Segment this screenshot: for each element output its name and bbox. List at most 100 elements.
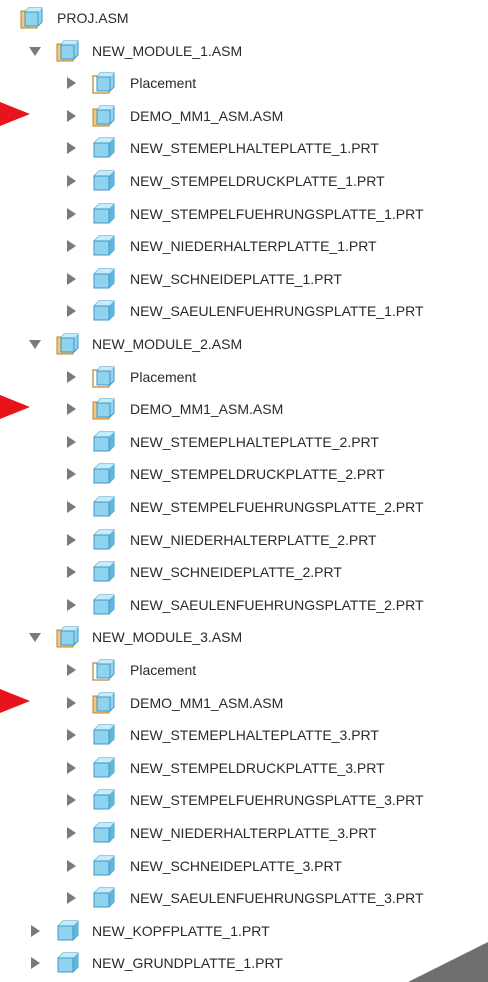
placement-icon	[92, 365, 116, 389]
expand-arrow-icon[interactable]	[64, 533, 78, 547]
tree-node-label: NEW_STEMEPLHALTEPLATTE_2.PRT	[130, 433, 379, 450]
expand-arrow-icon[interactable]	[64, 435, 78, 449]
collapse-arrow-icon[interactable]	[28, 630, 42, 644]
expand-arrow-icon[interactable]	[64, 859, 78, 873]
tree-node-module[interactable]: NEW_MODULE_2.ASM	[0, 328, 488, 360]
part-icon	[56, 919, 80, 943]
part-icon	[92, 202, 116, 226]
part-icon	[92, 462, 116, 486]
expand-arrow-icon[interactable]	[64, 76, 78, 90]
part-icon	[92, 234, 116, 258]
tree-node-child[interactable]: DEMO_MM1_ASM.ASM	[0, 393, 488, 425]
part-icon	[92, 821, 116, 845]
tree-node-label: NEW_MODULE_2.ASM	[92, 336, 243, 352]
expand-arrow-icon[interactable]	[64, 598, 78, 612]
assembly-icon	[20, 6, 44, 30]
tree-node-module[interactable]: NEW_MODULE_1.ASM	[0, 35, 488, 67]
assembly-icon	[92, 397, 116, 421]
expand-arrow-icon[interactable]	[64, 663, 78, 677]
tree-node-label: NEW_STEMEPLHALTEPLATTE_3.PRT	[130, 727, 379, 744]
expand-arrow-icon[interactable]	[64, 467, 78, 481]
tree-node-label: NEW_SCHNEIDEPLATTE_2.PRT	[130, 564, 342, 581]
tree-node-label: PROJ.ASM	[57, 10, 129, 26]
red-marker-arrow-icon	[0, 685, 40, 717]
tree-node-child[interactable]: NEW_SAEULENFUEHRUNGSPLATTE_2.PRT	[0, 589, 488, 621]
part-icon	[92, 430, 116, 454]
tree-node-label: DEMO_MM1_ASM.ASM	[130, 401, 284, 418]
expand-arrow-icon[interactable]	[28, 956, 42, 970]
tree-node-label: NEW_NIEDERHALTERPLATTE_3.PRT	[130, 825, 377, 841]
tree-node-module[interactable]: NEW_MODULE_3.ASM	[0, 621, 488, 653]
tree-node-child[interactable]: Placement	[0, 67, 488, 99]
tree-node-label: NEW_STEMPELFUEHRUNGSPLATTE_2.PRT	[130, 499, 424, 515]
assembly-icon	[56, 625, 80, 649]
tree-node-label: Placement	[130, 368, 197, 385]
tree-node-child[interactable]: DEMO_MM1_ASM.ASM	[0, 100, 488, 132]
tree-node-child[interactable]: NEW_STEMPELFUEHRUNGSPLATTE_3.PRT	[0, 784, 488, 816]
expand-arrow-icon[interactable]	[64, 402, 78, 416]
expand-arrow-icon[interactable]	[64, 141, 78, 155]
tree-node-child[interactable]: NEW_NIEDERHALTERPLATTE_3.PRT	[0, 817, 488, 849]
part-icon	[92, 788, 116, 812]
tree-node-child[interactable]: NEW_STEMPELDRUCKPLATTE_1.PRT	[0, 165, 488, 197]
resize-grip-icon[interactable]	[408, 942, 488, 982]
red-marker-arrow-icon	[0, 98, 40, 130]
part-icon	[92, 528, 116, 552]
assembly-icon	[92, 104, 116, 128]
tree-node-label: NEW_SAEULENFUEHRUNGSPLATTE_1.PRT	[130, 303, 424, 320]
tree-node-label: NEW_NIEDERHALTERPLATTE_1.PRT	[130, 238, 377, 255]
tree-node-child[interactable]: NEW_SCHNEIDEPLATTE_3.PRT	[0, 850, 488, 882]
tree-node-child[interactable]: Placement	[0, 361, 488, 393]
expand-arrow-icon[interactable]	[64, 696, 78, 710]
expand-arrow-icon[interactable]	[64, 109, 78, 123]
tree-node-child[interactable]: NEW_STEMEPLHALTEPLATTE_1.PRT	[0, 132, 488, 164]
tree-node-child[interactable]: Placement	[0, 654, 488, 686]
tree-node-label: NEW_MODULE_3.ASM	[92, 629, 243, 646]
collapse-arrow-icon[interactable]	[28, 44, 42, 58]
collapse-arrow-icon[interactable]	[28, 337, 42, 351]
tree-node-label: NEW_SAEULENFUEHRUNGSPLATTE_3.PRT	[130, 890, 424, 907]
part-icon	[92, 593, 116, 617]
part-icon	[92, 495, 116, 519]
expand-arrow-icon[interactable]	[64, 728, 78, 742]
tree-node-child[interactable]: NEW_STEMPELDRUCKPLATTE_3.PRT	[0, 752, 488, 784]
tree-node-label: NEW_NIEDERHALTERPLATTE_2.PRT	[130, 531, 377, 548]
tree-node-label: NEW_MODULE_1.ASM	[92, 42, 243, 59]
tree-root[interactable]: PROJ.ASM	[0, 2, 488, 34]
tree-node-child[interactable]: DEMO_MM1_ASM.ASM	[0, 687, 488, 719]
tree-node-child[interactable]: NEW_SAEULENFUEHRUNGSPLATTE_1.PRT	[0, 295, 488, 327]
expand-arrow-icon[interactable]	[64, 761, 78, 775]
expand-arrow-icon[interactable]	[64, 370, 78, 384]
expand-arrow-icon[interactable]	[64, 239, 78, 253]
tree-node-child[interactable]: NEW_STEMPELFUEHRUNGSPLATTE_1.PRT	[0, 198, 488, 230]
tree-node-label: Placement	[130, 75, 197, 92]
expand-arrow-icon[interactable]	[64, 500, 78, 514]
tree-node-child[interactable]: NEW_SCHNEIDEPLATTE_2.PRT	[0, 556, 488, 588]
model-tree: PROJ.ASM NEW_MODULE_1.ASM Placement DEMO_MM…	[0, 0, 488, 982]
expand-arrow-icon[interactable]	[64, 793, 78, 807]
tree-node-label: NEW_SAEULENFUEHRUNGSPLATTE_2.PRT	[130, 596, 424, 613]
expand-arrow-icon[interactable]	[64, 272, 78, 286]
tree-node-label: Placement	[130, 662, 197, 678]
tree-node-child[interactable]: NEW_NIEDERHALTERPLATTE_2.PRT	[0, 524, 488, 556]
placement-icon	[92, 71, 116, 95]
expand-arrow-icon[interactable]	[64, 565, 78, 579]
tree-node-child[interactable]: NEW_STEMPELFUEHRUNGSPLATTE_2.PRT	[0, 491, 488, 523]
tree-node-child[interactable]: NEW_NIEDERHALTERPLATTE_1.PRT	[0, 230, 488, 262]
expand-arrow-icon[interactable]	[64, 207, 78, 221]
expand-arrow-icon[interactable]	[64, 174, 78, 188]
tree-node-child[interactable]: NEW_STEMEPLHALTEPLATTE_3.PRT	[0, 719, 488, 751]
tree-node-child[interactable]: NEW_STEMPELDRUCKPLATTE_2.PRT	[0, 458, 488, 490]
tree-node-label: NEW_GRUNDPLATTE_1.PRT	[92, 955, 283, 972]
expand-arrow-icon[interactable]	[28, 924, 42, 938]
expand-arrow-icon[interactable]	[64, 891, 78, 905]
tree-node-label: NEW_SCHNEIDEPLATTE_3.PRT	[130, 857, 342, 874]
assembly-icon	[56, 39, 80, 63]
expand-arrow-icon[interactable]	[64, 304, 78, 318]
tree-node-child[interactable]: NEW_STEMEPLHALTEPLATTE_2.PRT	[0, 426, 488, 458]
tree-node-child[interactable]: NEW_SCHNEIDEPLATTE_1.PRT	[0, 263, 488, 295]
tree-node-label: DEMO_MM1_ASM.ASM	[130, 107, 284, 124]
part-icon	[92, 169, 116, 193]
expand-arrow-icon[interactable]	[64, 826, 78, 840]
tree-node-child[interactable]: NEW_SAEULENFUEHRUNGSPLATTE_3.PRT	[0, 882, 488, 914]
